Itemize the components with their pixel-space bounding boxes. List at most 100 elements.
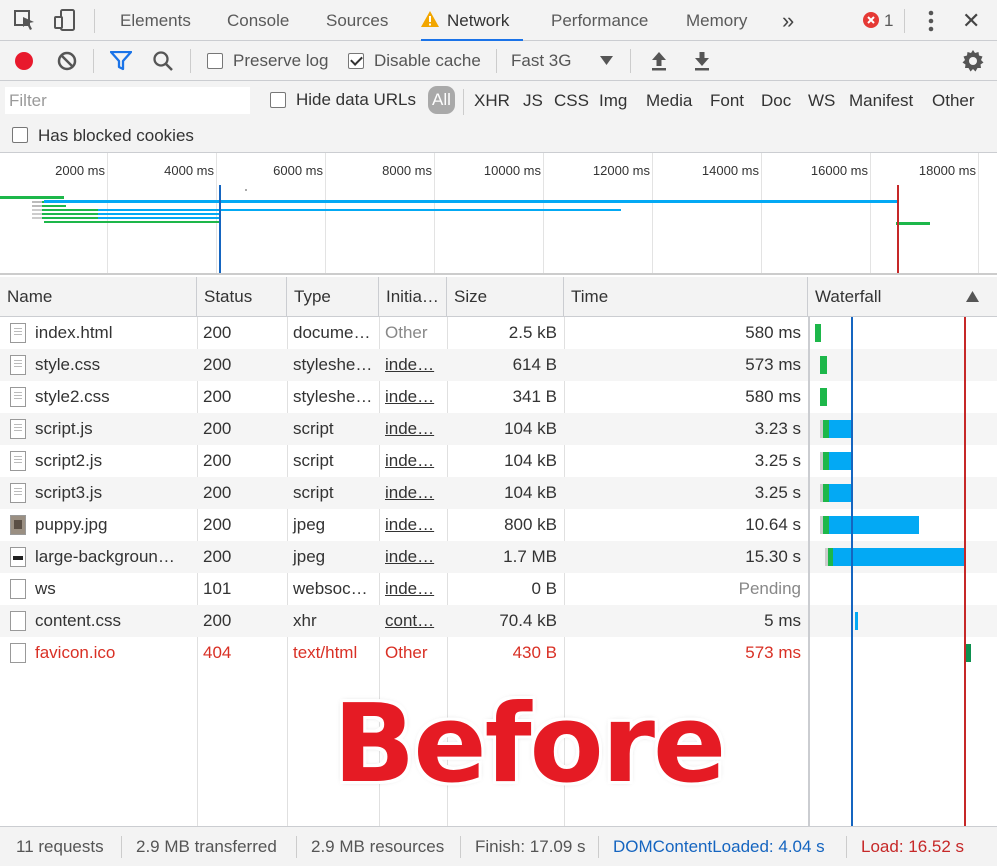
- preserve-log-label[interactable]: Preserve log: [233, 51, 328, 71]
- request-name[interactable]: large-backgroun…: [29, 541, 197, 573]
- filter-type-js[interactable]: JS: [523, 91, 543, 111]
- filter-type-xhr[interactable]: XHR: [474, 91, 510, 111]
- filter-type-img[interactable]: Img: [599, 91, 627, 111]
- kebab-menu-icon[interactable]: [926, 10, 936, 32]
- waterfall-bar-style[interactable]: [820, 356, 827, 374]
- close-devtools-button[interactable]: ✕: [962, 0, 980, 41]
- filter-icon[interactable]: [110, 51, 132, 71]
- table-row[interactable]: style2.css 200 styleshe… inde… 341 B 580…: [0, 381, 808, 413]
- column-header-status[interactable]: Status: [197, 277, 287, 317]
- has-blocked-cookies-checkbox[interactable]: [12, 127, 28, 143]
- overview-tick-label: 2000 ms: [55, 163, 105, 178]
- search-icon[interactable]: [152, 50, 174, 72]
- sort-ascending-icon[interactable]: [966, 291, 979, 302]
- image-file-icon: [10, 515, 26, 535]
- request-initiator-link[interactable]: inde…: [379, 413, 447, 445]
- request-status: 200: [203, 355, 232, 374]
- waterfall-bar-content[interactable]: [855, 612, 858, 630]
- import-har-icon[interactable]: [650, 50, 668, 72]
- request-name[interactable]: ws: [29, 573, 197, 605]
- record-icon[interactable]: [13, 50, 35, 72]
- throttling-select[interactable]: Fast 3G: [511, 51, 571, 71]
- request-initiator-link[interactable]: inde…: [379, 477, 447, 509]
- hide-data-urls-label[interactable]: Hide data URLs: [296, 90, 416, 110]
- column-header-name[interactable]: Name: [0, 277, 197, 317]
- request-initiator-link[interactable]: inde…: [379, 381, 447, 413]
- filter-type-css[interactable]: CSS: [554, 91, 589, 111]
- request-name[interactable]: style.css: [29, 349, 197, 381]
- preserve-log-checkbox[interactable]: [207, 53, 223, 69]
- filter-type-all[interactable]: All: [428, 86, 455, 114]
- table-row-error[interactable]: favicon.ico 404 text/html Other 430 B 57…: [0, 637, 808, 669]
- table-row[interactable]: puppy.jpg 200 jpeg inde… 800 kB 10.64 s: [0, 509, 808, 541]
- filter-type-ws[interactable]: WS: [808, 91, 835, 111]
- table-row[interactable]: script3.js 200 script inde… 104 kB 3.25 …: [0, 477, 808, 509]
- request-name[interactable]: script.js: [29, 413, 197, 445]
- tab-memory[interactable]: Memory: [686, 0, 747, 41]
- toolbar-separator: [190, 49, 191, 73]
- waterfall-bar-style2[interactable]: [820, 388, 827, 406]
- waterfall-bar-script[interactable]: [829, 420, 852, 438]
- device-toolbar-icon[interactable]: [52, 8, 78, 32]
- request-initiator-link[interactable]: inde…: [379, 573, 447, 605]
- request-name[interactable]: style2.css: [29, 381, 197, 413]
- table-row[interactable]: content.css 200 xhr cont… 70.4 kB 5 ms: [0, 605, 808, 637]
- request-name[interactable]: favicon.ico: [29, 637, 197, 669]
- tab-network[interactable]: Network: [420, 0, 524, 42]
- request-name[interactable]: index.html: [29, 317, 197, 349]
- error-count[interactable]: 1: [884, 0, 893, 41]
- inspect-element-icon[interactable]: [12, 8, 38, 32]
- request-name[interactable]: script2.js: [29, 445, 197, 477]
- request-name[interactable]: puppy.jpg: [29, 509, 197, 541]
- tab-sources[interactable]: Sources: [326, 0, 388, 41]
- blank-file-icon: [10, 643, 26, 663]
- request-initiator-link[interactable]: inde…: [379, 509, 447, 541]
- filter-type-other[interactable]: Other: [932, 91, 975, 111]
- disable-cache-label[interactable]: Disable cache: [374, 51, 481, 71]
- request-initiator-link[interactable]: inde…: [379, 349, 447, 381]
- table-row[interactable]: large-backgroun… 200 jpeg inde… 1.7 MB 1…: [0, 541, 808, 573]
- request-initiator-link[interactable]: inde…: [379, 541, 447, 573]
- column-header-size[interactable]: Size: [447, 277, 564, 317]
- request-initiator-link[interactable]: inde…: [379, 445, 447, 477]
- filter-type-media[interactable]: Media: [646, 91, 692, 111]
- has-blocked-cookies-label[interactable]: Has blocked cookies: [38, 126, 194, 146]
- tab-performance[interactable]: Performance: [551, 0, 648, 41]
- settings-gear-icon[interactable]: [961, 49, 985, 73]
- waterfall-bar-index[interactable]: [815, 324, 821, 342]
- overview-bar-style2-waiting: [32, 205, 42, 207]
- request-name[interactable]: content.css: [29, 605, 197, 637]
- column-header-type[interactable]: Type: [287, 277, 379, 317]
- request-initiator-link[interactable]: cont…: [379, 605, 447, 637]
- request-size: 0 B: [531, 579, 557, 598]
- waterfall-bar-script3[interactable]: [829, 484, 852, 502]
- more-tabs-button[interactable]: »: [782, 0, 794, 41]
- disable-cache-checkbox[interactable]: [348, 53, 364, 69]
- column-header-time[interactable]: Time: [564, 277, 808, 317]
- table-row[interactable]: ws 101 websoc… inde… 0 B Pending: [0, 573, 808, 605]
- hide-data-urls-checkbox[interactable]: [270, 92, 286, 108]
- table-row[interactable]: script2.js 200 script inde… 104 kB 3.25 …: [0, 445, 808, 477]
- summary-separator: [121, 836, 122, 858]
- column-header-initiator[interactable]: Initia…: [379, 277, 447, 317]
- waterfall-dom-content-loaded-line: [851, 317, 853, 826]
- export-har-icon[interactable]: [693, 50, 711, 72]
- table-row[interactable]: style.css 200 styleshe… inde… 614 B 573 …: [0, 349, 808, 381]
- filter-type-doc[interactable]: Doc: [761, 91, 791, 111]
- request-name[interactable]: script3.js: [29, 477, 197, 509]
- waterfall-bar-script2[interactable]: [829, 452, 852, 470]
- error-icon[interactable]: [863, 12, 879, 28]
- table-row[interactable]: index.html 200 docume… Other 2.5 kB 580 …: [0, 317, 808, 349]
- network-summary-bar: 11 requests 2.9 MB transferred 2.9 MB re…: [0, 826, 997, 866]
- filter-input[interactable]: [5, 87, 250, 114]
- filter-type-font[interactable]: Font: [710, 91, 744, 111]
- table-row[interactable]: script.js 200 script inde… 104 kB 3.23 s: [0, 413, 808, 445]
- request-time: 580 ms: [745, 387, 801, 406]
- tab-elements[interactable]: Elements: [120, 0, 191, 41]
- clear-icon[interactable]: [56, 50, 78, 72]
- chevron-down-icon[interactable]: [600, 56, 613, 66]
- filter-type-manifest[interactable]: Manifest: [849, 91, 913, 111]
- waterfall-bar-puppy[interactable]: [829, 516, 919, 534]
- tab-console[interactable]: Console: [227, 0, 289, 41]
- network-overview-timeline[interactable]: 2000 ms 4000 ms 6000 ms 8000 ms 10000 ms…: [0, 153, 997, 275]
